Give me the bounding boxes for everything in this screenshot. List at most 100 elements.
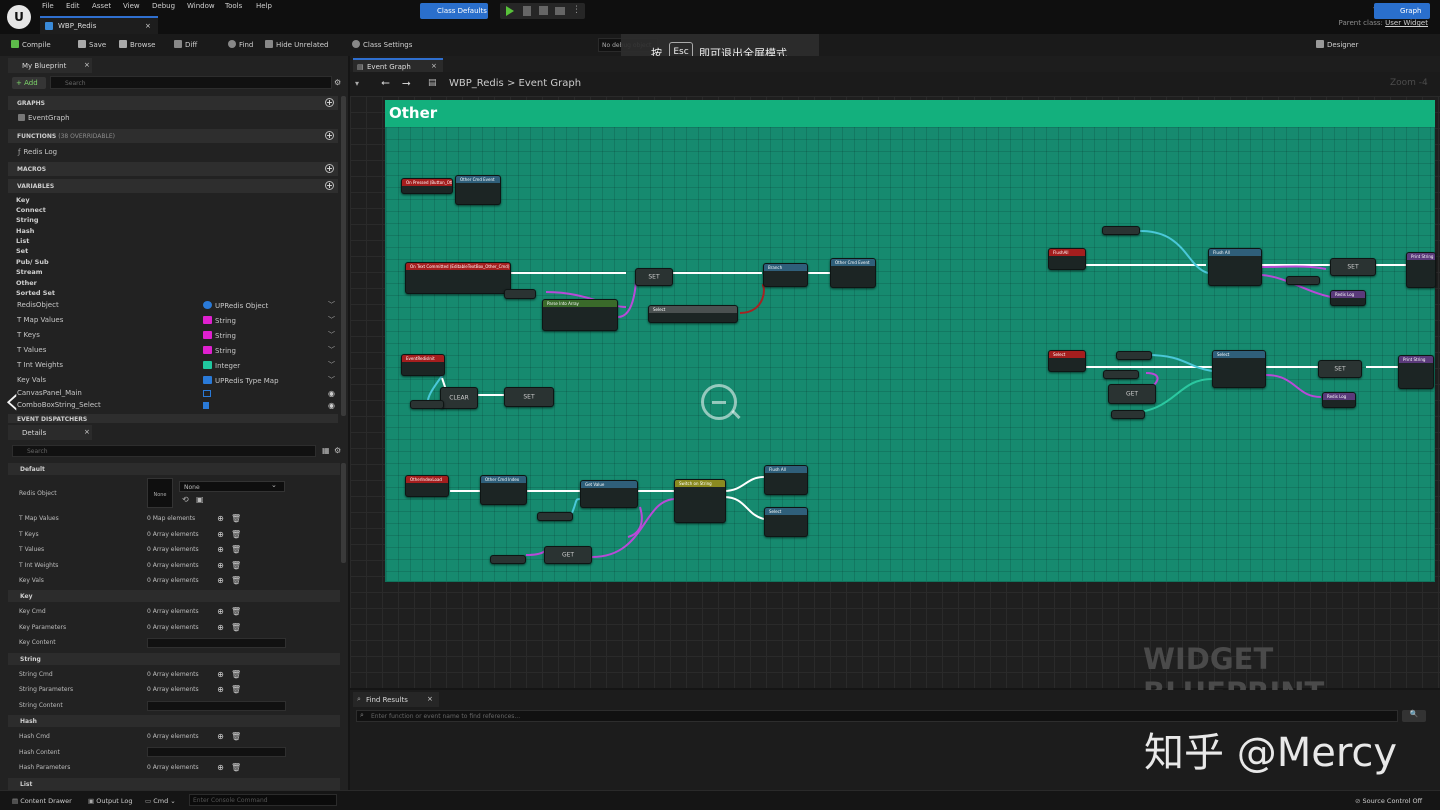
- function-node[interactable]: Get Value: [580, 480, 638, 508]
- zoom-out-icon[interactable]: [701, 384, 737, 420]
- variable-node[interactable]: [1116, 351, 1152, 360]
- step-icon[interactable]: [523, 6, 531, 16]
- add-element-icon[interactable]: ⊕: [216, 685, 225, 694]
- save-button[interactable]: Save: [78, 40, 106, 53]
- class-defaults-button[interactable]: Class Defaults: [420, 3, 488, 19]
- macros-header[interactable]: MACROS +: [8, 162, 338, 176]
- comment-header[interactable]: [385, 100, 1435, 127]
- reroute-node[interactable]: [1286, 276, 1320, 285]
- trash-icon[interactable]: 🗑: [231, 514, 241, 523]
- function-node[interactable]: Parse Into Array: [542, 299, 618, 331]
- trash-icon[interactable]: 🗑: [231, 561, 241, 570]
- menu-tools[interactable]: Tools: [225, 2, 242, 10]
- trash-icon[interactable]: 🗑: [231, 607, 241, 616]
- close-panel-icon[interactable]: ×: [84, 61, 90, 69]
- add-element-icon[interactable]: ⊕: [216, 530, 225, 539]
- trash-icon[interactable]: 🗑: [231, 732, 241, 741]
- bookmark-icon[interactable]: ▾: [355, 79, 359, 88]
- function-node[interactable]: Print String: [1406, 252, 1436, 288]
- variable-category-stream[interactable]: Stream: [16, 268, 43, 276]
- use-selected-icon[interactable]: ⟲: [182, 495, 189, 504]
- hide-unrelated-button[interactable]: Hide Unrelated: [265, 40, 329, 53]
- set-node[interactable]: SET: [504, 387, 554, 407]
- blueprint-scrollbar[interactable]: [341, 96, 346, 416]
- event-node[interactable]: On Pressed (Button_Other): [401, 178, 453, 194]
- compile-button[interactable]: Compile: [11, 40, 51, 53]
- eject-icon[interactable]: [555, 7, 565, 15]
- unreal-logo[interactable]: U: [7, 5, 31, 29]
- content-drawer-button[interactable]: ▤ Content Drawer: [12, 797, 72, 805]
- add-button[interactable]: + Add: [12, 77, 46, 89]
- visibility-icon[interactable]: ﹀: [328, 360, 335, 370]
- menu-edit[interactable]: Edit: [66, 2, 80, 10]
- variable-node[interactable]: [410, 400, 444, 409]
- variable-t-map-values[interactable]: T Map Values: [17, 316, 63, 324]
- variable-node[interactable]: [490, 555, 526, 564]
- event-dispatchers-header[interactable]: EVENT DISPATCHERS: [8, 414, 338, 423]
- details-category-key[interactable]: Key: [8, 590, 340, 602]
- cmd-select[interactable]: ▭ Cmd ⌄: [145, 797, 176, 805]
- add-element-icon[interactable]: ⊕: [216, 763, 225, 772]
- my-blueprint-tab[interactable]: My Blueprint ×: [8, 58, 92, 73]
- blueprint-search-input[interactable]: Search: [50, 76, 332, 89]
- menu-window[interactable]: Window: [187, 2, 215, 10]
- document-tab[interactable]: WBP_Redis ×: [40, 16, 158, 34]
- output-log-button[interactable]: ▣ Output Log: [88, 797, 132, 805]
- variable-category-connect[interactable]: Connect: [16, 206, 46, 214]
- function-node[interactable]: Select: [764, 507, 808, 537]
- stop-icon[interactable]: [539, 6, 548, 15]
- close-tab-icon[interactable]: ×: [145, 22, 151, 30]
- visibility-icon[interactable]: ﹀: [328, 300, 335, 310]
- browse-button[interactable]: Browse: [119, 40, 156, 53]
- string-content-input[interactable]: [147, 701, 286, 711]
- variable-category-string[interactable]: String: [16, 216, 39, 224]
- function-node[interactable]: Select: [1212, 350, 1266, 388]
- menu-file[interactable]: File: [42, 2, 54, 10]
- variables-header[interactable]: VARIABLES +: [8, 179, 338, 193]
- back-arrow-icon[interactable]: ⭠: [381, 76, 390, 90]
- trash-icon[interactable]: 🗑: [231, 763, 241, 772]
- variable-category-pubsub[interactable]: Pub/ Sub: [16, 258, 49, 266]
- close-panel-icon[interactable]: ×: [84, 428, 90, 436]
- graph-item-eventgraph[interactable]: EventGraph: [18, 114, 70, 122]
- select-node[interactable]: Select: [648, 305, 738, 323]
- variable-combobox-select[interactable]: ComboBoxString_Select: [17, 401, 101, 409]
- variable-category-other[interactable]: Other: [16, 279, 37, 287]
- redis-object-select[interactable]: None: [179, 481, 285, 492]
- function-item-redis-log[interactable]: ƒ Redis Log: [18, 148, 57, 156]
- details-category-string[interactable]: String: [8, 653, 340, 665]
- variable-category-hash[interactable]: Hash: [16, 227, 34, 235]
- add-element-icon[interactable]: ⊕: [216, 545, 225, 554]
- variable-key-vals[interactable]: Key Vals: [17, 376, 46, 384]
- menu-help[interactable]: Help: [256, 2, 272, 10]
- event-node[interactable]: FlushAll: [1048, 248, 1086, 270]
- add-macro-icon[interactable]: +: [325, 164, 334, 173]
- function-node[interactable]: Flush All: [1208, 248, 1262, 286]
- visibility-icon[interactable]: ﹀: [328, 375, 335, 385]
- set-node[interactable]: SET: [635, 268, 673, 286]
- variable-node[interactable]: [1103, 370, 1139, 379]
- add-element-icon[interactable]: ⊕: [216, 576, 225, 585]
- details-tab[interactable]: Details ×: [8, 425, 92, 440]
- trash-icon[interactable]: 🗑: [231, 623, 241, 632]
- browse-asset-icon[interactable]: ▣: [196, 495, 204, 504]
- close-tab-icon[interactable]: ×: [427, 695, 433, 703]
- details-category-hash[interactable]: Hash: [8, 715, 340, 727]
- event-node[interactable]: Select: [1048, 350, 1086, 372]
- menu-view[interactable]: View: [123, 2, 140, 10]
- play-icon[interactable]: [506, 6, 514, 16]
- menu-asset[interactable]: Asset: [92, 2, 111, 10]
- visibility-icon[interactable]: ﹀: [328, 315, 335, 325]
- class-settings-button[interactable]: Class Settings: [352, 40, 412, 53]
- variable-category-sorted-set[interactable]: Sorted Set: [16, 289, 55, 297]
- add-graph-icon[interactable]: +: [325, 98, 334, 107]
- parent-class-link[interactable]: User Widget: [1385, 19, 1428, 27]
- get-node[interactable]: GET: [544, 546, 592, 564]
- console-input[interactable]: Enter Console Command: [189, 794, 337, 806]
- function-node[interactable]: Flush All: [764, 465, 808, 495]
- set-node[interactable]: SET: [1330, 258, 1376, 276]
- variable-category-key[interactable]: Key: [16, 196, 30, 204]
- forward-arrow-icon[interactable]: ⭢: [402, 76, 411, 90]
- trash-icon[interactable]: 🗑: [231, 670, 241, 679]
- more-options-icon[interactable]: ⋮: [572, 5, 581, 15]
